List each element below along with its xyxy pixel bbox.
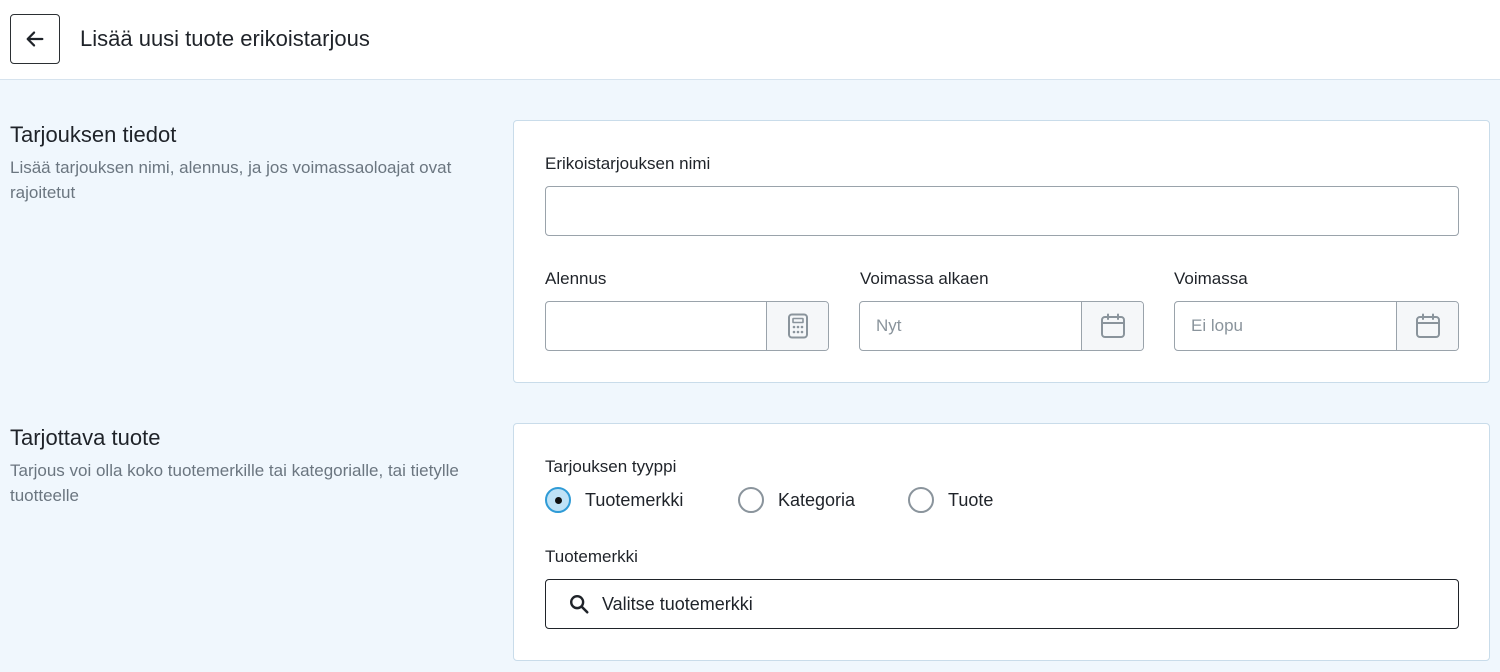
valid-until-input[interactable] [1175,302,1396,350]
valid-from-label: Voimassa alkaen [860,269,989,288]
discount-field [545,301,829,351]
radio-dot [554,496,562,504]
section-title-offer-details: Tarjouksen tiedot [10,122,177,147]
discount-label: Alennus [545,269,607,288]
section-title-offered-product: Tarjottava tuote [10,425,161,450]
radio-option-product[interactable]: Tuote [908,487,993,513]
calculator-icon [787,313,808,339]
brand-search-select[interactable]: Valitse tuotemerkki [545,579,1459,629]
radio-circle[interactable] [738,487,764,513]
radio-circle[interactable] [908,487,934,513]
radio-label-product: Tuote [948,489,994,510]
back-button[interactable] [10,14,60,64]
valid-until-label: Voimassa [1174,269,1248,288]
radio-circle-checked[interactable] [545,487,571,513]
calendar-icon [1415,313,1440,338]
section-description-offer-details: Lisää tarjouksen nimi, alennus, ja jos v… [10,158,452,202]
top-bar: Lisää uusi tuote erikoistarjous [0,0,1500,80]
page-title: Lisää uusi tuote erikoistarjous [80,26,370,51]
search-icon [570,595,589,614]
section-description-offered-product: Tarjous voi olla koko tuotemerkille tai … [10,461,459,505]
radio-label-category: Kategoria [778,489,856,510]
valid-from-calendar-button[interactable] [1081,302,1143,350]
offer-name-label: Erikoistarjouksen nimi [545,154,711,173]
offer-name-input[interactable] [545,186,1459,236]
offer-type-label: Tarjouksen tyyppi [545,457,677,476]
discount-calculator-button[interactable] [766,302,828,350]
brand-search-text: Valitse tuotemerkki [602,593,753,614]
valid-from-input[interactable] [860,302,1081,350]
arrow-left-icon [26,31,44,47]
radio-option-brand[interactable]: Tuotemerkki [545,487,683,513]
valid-until-calendar-button[interactable] [1396,302,1458,350]
radio-label-brand: Tuotemerkki [585,489,684,510]
valid-from-field [859,301,1144,351]
calendar-icon [1100,313,1125,338]
radio-option-category[interactable]: Kategoria [738,487,855,513]
brand-label: Tuotemerkki [545,547,638,566]
discount-input[interactable] [546,302,766,350]
valid-until-field [1174,301,1459,351]
